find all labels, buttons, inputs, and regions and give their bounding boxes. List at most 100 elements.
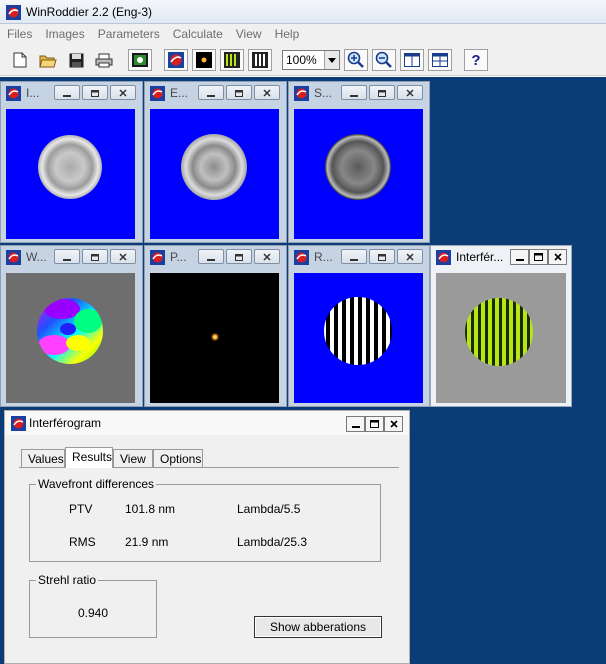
zoom-select[interactable]: 100% — [282, 50, 340, 70]
toolbar: 100% ? — [0, 44, 606, 76]
save-disk-icon — [69, 53, 84, 68]
wavefront-calc-button[interactable] — [164, 49, 188, 71]
window-title: Interfér... — [456, 250, 504, 264]
minimize-button[interactable] — [54, 85, 80, 100]
window-titlebar[interactable]: E... — [145, 82, 286, 104]
ronchigram-button[interactable] — [248, 49, 272, 71]
window-wavefront[interactable]: W... — [0, 245, 143, 407]
results-titlebar[interactable]: Interférogram — [5, 411, 409, 435]
psf-button[interactable] — [192, 49, 216, 71]
print-button[interactable] — [92, 49, 116, 71]
tab-values[interactable]: Values — [21, 449, 65, 467]
maximize-button[interactable] — [226, 85, 252, 100]
new-file-button[interactable] — [8, 49, 32, 71]
maximize-button[interactable] — [226, 249, 252, 264]
maximize-button[interactable] — [365, 416, 384, 432]
close-icon — [119, 86, 127, 100]
close-button[interactable] — [254, 85, 280, 100]
interferogram-button[interactable] — [220, 49, 244, 71]
tab-options[interactable]: Options — [153, 449, 203, 467]
minimize-button[interactable] — [341, 249, 367, 264]
interferogram-image[interactable] — [436, 273, 566, 406]
results-dialog[interactable]: Interférogram Values Results View Option… — [4, 410, 410, 664]
window-titlebar[interactable]: P... — [145, 246, 286, 268]
minimize-button[interactable] — [510, 249, 529, 265]
maximize-icon — [378, 250, 386, 264]
close-icon — [263, 86, 271, 100]
sum-image[interactable] — [294, 109, 423, 242]
images-toggle-button[interactable] — [128, 49, 152, 71]
window-psf[interactable]: P... — [144, 245, 287, 407]
maximize-button[interactable] — [82, 85, 108, 100]
close-button[interactable] — [397, 249, 423, 264]
wavefront-map-image[interactable] — [6, 273, 135, 406]
maximize-button[interactable] — [529, 249, 548, 265]
minimize-button[interactable] — [346, 416, 365, 432]
window-title: S... — [314, 86, 333, 100]
window-titlebar[interactable]: I... — [1, 82, 142, 104]
wavefront-group-label: Wavefront differences — [36, 477, 157, 491]
zoom-in-button[interactable] — [344, 49, 368, 71]
open-file-button[interactable] — [36, 49, 60, 71]
tab-results[interactable]: Results — [65, 447, 113, 468]
show-aberrations-button[interactable]: Show abberations — [254, 616, 382, 638]
menu-parameters[interactable]: Parameters — [91, 24, 166, 44]
window-title: R... — [314, 250, 333, 264]
close-button[interactable] — [397, 85, 423, 100]
maximize-button[interactable] — [369, 249, 395, 264]
tile-grid-button[interactable] — [428, 49, 452, 71]
close-button[interactable] — [110, 85, 136, 100]
menu-files[interactable]: Files — [0, 24, 38, 44]
strehl-value: 0.940 — [78, 606, 109, 620]
tile-horizontal-icon — [404, 53, 420, 67]
psf-image[interactable] — [150, 273, 279, 406]
help-button[interactable]: ? — [464, 49, 488, 71]
window-interferogram[interactable]: Interfér... — [430, 245, 572, 407]
window-logo-icon — [294, 86, 309, 104]
results-title: Interférogram — [29, 416, 102, 430]
close-button[interactable] — [254, 249, 280, 264]
window-titlebar[interactable]: W... — [1, 246, 142, 268]
window-titlebar[interactable]: R... — [289, 246, 429, 268]
window-title: W... — [26, 250, 47, 264]
intra-focal-image[interactable] — [6, 109, 135, 242]
open-folder-icon — [39, 53, 57, 68]
strehl-group: Strehl ratio 0.940 — [29, 573, 157, 638]
tab-view[interactable]: View — [113, 449, 153, 467]
minimize-icon — [515, 250, 524, 264]
save-button[interactable] — [64, 49, 88, 71]
window-logo-icon — [150, 250, 165, 268]
zoom-out-button[interactable] — [372, 49, 396, 71]
window-titlebar[interactable]: S... — [289, 82, 429, 104]
minimize-button[interactable] — [198, 85, 224, 100]
minimize-button[interactable] — [54, 249, 80, 264]
close-icon — [553, 250, 562, 264]
menu-calculate[interactable]: Calculate — [166, 24, 229, 44]
minimize-icon — [63, 86, 71, 100]
menu-view[interactable]: View — [229, 24, 268, 44]
menu-images[interactable]: Images — [38, 24, 90, 44]
interferogram-fringes-icon — [224, 52, 240, 68]
minimize-icon — [63, 250, 71, 264]
menu-help[interactable]: Help — [268, 24, 306, 44]
window-sum[interactable]: S... — [288, 81, 430, 243]
window-ronchigram[interactable]: R... — [288, 245, 430, 407]
chevron-down-icon[interactable] — [324, 51, 339, 69]
minimize-button[interactable] — [341, 85, 367, 100]
minimize-button[interactable] — [198, 249, 224, 264]
extra-focal-image[interactable] — [150, 109, 279, 242]
maximize-button[interactable] — [82, 249, 108, 264]
tile-horizontal-button[interactable] — [400, 49, 424, 71]
ronchigram-image[interactable] — [294, 273, 423, 406]
window-titlebar[interactable]: Interfér... — [431, 246, 571, 268]
maximize-icon — [534, 250, 543, 264]
close-button[interactable] — [548, 249, 567, 265]
window-extra-focal[interactable]: E... — [144, 81, 287, 243]
close-button[interactable] — [110, 249, 136, 264]
app-logo-icon — [6, 5, 21, 23]
window-intra-focal[interactable]: I... — [0, 81, 143, 243]
close-icon — [263, 250, 271, 264]
maximize-button[interactable] — [369, 85, 395, 100]
close-button[interactable] — [384, 416, 403, 432]
ptv-value: 101.8 nm — [125, 502, 176, 516]
